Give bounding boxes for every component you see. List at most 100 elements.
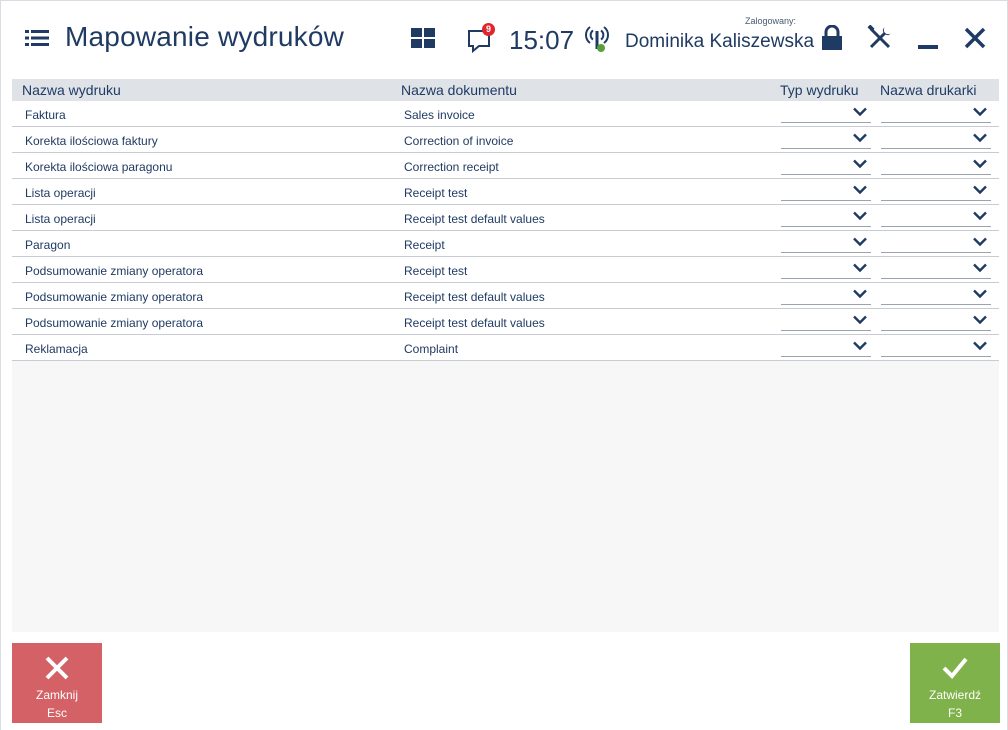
chevron-down-icon	[853, 289, 867, 299]
document-name-cell: Receipt test default values	[404, 290, 545, 304]
logged-in-label: Zalogowany:	[745, 16, 797, 26]
close-button-shortcut: Esc	[46, 706, 67, 720]
table-row[interactable]: Podsumowanie zmiany operatora Receipt tes…	[12, 283, 999, 309]
printer-name-dropdown[interactable]	[881, 339, 991, 357]
table-body: Faktura Sales invoice Korekta ilościowa fa…	[12, 101, 999, 361]
print-name-cell: Korekta ilościowa faktury	[25, 134, 158, 148]
print-name-cell: Korekta ilościowa paragonu	[25, 160, 173, 174]
print-name-cell: Podsumowanie zmiany operatora	[25, 290, 204, 304]
chevron-down-icon	[973, 211, 987, 221]
chevron-down-icon	[853, 341, 867, 351]
printer-name-dropdown[interactable]	[881, 131, 991, 149]
chevron-down-icon	[973, 341, 987, 351]
document-name-cell: Receipt	[404, 238, 445, 252]
print-type-dropdown[interactable]	[781, 209, 871, 227]
table-row[interactable]: Podsumowanie zmiany operatora Receipt tes…	[12, 309, 999, 335]
column-header-print-type[interactable]: Typ wydruku	[780, 82, 859, 98]
printer-name-dropdown[interactable]	[881, 287, 991, 305]
close-button[interactable]: Zamknij Esc	[12, 643, 102, 723]
chevron-down-icon	[853, 237, 867, 247]
print-type-dropdown[interactable]	[781, 131, 871, 149]
close-button-label: Zamknij	[35, 688, 78, 702]
close-window-icon[interactable]	[963, 26, 987, 50]
printer-name-dropdown[interactable]	[881, 183, 991, 201]
chevron-down-icon	[973, 289, 987, 299]
connection-status-icon[interactable]	[584, 23, 610, 55]
chevron-down-icon	[973, 263, 987, 273]
chevron-down-icon	[973, 107, 987, 117]
print-type-dropdown[interactable]	[781, 183, 871, 201]
content-area: Nazwa wydruku Nazwa dokumentu Typ wydruk…	[12, 79, 999, 632]
print-name-cell: Reklamacja	[25, 342, 88, 356]
notifications-badge: 9	[482, 23, 495, 36]
chevron-down-icon	[853, 133, 867, 143]
print-type-dropdown[interactable]	[781, 157, 871, 175]
title-bar: Mapowanie wydruków 9 15:07 Zalogowany: D…	[1, 1, 1007, 75]
table-header: Nazwa wydruku Nazwa dokumentu Typ wydruk…	[12, 79, 999, 101]
tiles-icon[interactable]	[411, 28, 435, 48]
table-row[interactable]: Reklamacja Complaint	[12, 335, 999, 361]
chevron-down-icon	[973, 315, 987, 325]
footer-bar: Zamknij Esc Zatwierdź F3	[1, 632, 1007, 730]
print-type-dropdown[interactable]	[781, 313, 871, 331]
confirm-button-shortcut: F3	[947, 706, 962, 720]
print-type-dropdown[interactable]	[781, 235, 871, 253]
table-row[interactable]: Korekta ilościowa faktury Correction of i…	[12, 127, 999, 153]
print-type-dropdown[interactable]	[781, 105, 871, 123]
chevron-down-icon	[973, 185, 987, 195]
print-type-dropdown[interactable]	[781, 261, 871, 279]
print-name-cell: Podsumowanie zmiany operatora	[25, 264, 204, 278]
document-name-cell: Complaint	[404, 342, 459, 356]
printer-name-dropdown[interactable]	[881, 105, 991, 123]
print-type-dropdown[interactable]	[781, 339, 871, 357]
print-name-cell: Lista operacji	[25, 186, 96, 200]
column-header-document-name[interactable]: Nazwa dokumentu	[401, 82, 517, 98]
document-name-cell: Sales invoice	[404, 108, 475, 122]
document-name-cell: Correction of invoice	[404, 134, 514, 148]
user-name: Dominika Kaliszewska	[625, 31, 815, 52]
print-name-cell: Lista operacji	[25, 212, 96, 226]
chevron-down-icon	[853, 107, 867, 117]
confirm-button[interactable]: Zatwierdź F3	[910, 643, 1000, 723]
print-mapping-table: Nazwa wydruku Nazwa dokumentu Typ wydruk…	[12, 79, 999, 361]
printer-name-dropdown[interactable]	[881, 209, 991, 227]
lock-icon[interactable]	[821, 24, 843, 51]
chevron-down-icon	[973, 237, 987, 247]
page-title: Mapowanie wydruków	[65, 21, 345, 52]
table-row[interactable]: Paragon Receipt	[12, 231, 999, 257]
chevron-down-icon	[973, 133, 987, 143]
print-name-cell: Faktura	[25, 108, 66, 122]
print-name-cell: Podsumowanie zmiany operatora	[25, 316, 204, 330]
print-name-cell: Paragon	[25, 238, 71, 252]
chevron-down-icon	[973, 159, 987, 169]
document-name-cell: Receipt test default values	[404, 212, 545, 226]
print-type-dropdown[interactable]	[781, 287, 871, 305]
chevron-down-icon	[853, 159, 867, 169]
printer-name-dropdown[interactable]	[881, 313, 991, 331]
table-row[interactable]: Korekta ilościowa paragonu Correction rec…	[12, 153, 999, 179]
document-name-cell: Receipt test	[404, 186, 468, 200]
column-header-print-name[interactable]: Nazwa wydruku	[22, 82, 121, 98]
clock: 15:07	[509, 25, 575, 55]
table-row[interactable]: Lista operacji Receipt test	[12, 179, 999, 205]
window: Mapowanie wydruków 9 15:07 Zalogowany: D…	[0, 0, 1008, 730]
printer-name-dropdown[interactable]	[881, 157, 991, 175]
checkmark-icon	[942, 657, 968, 679]
document-name-cell: Correction receipt	[404, 160, 499, 174]
column-header-printer-name[interactable]: Nazwa drukarki	[880, 82, 976, 98]
table-row[interactable]: Lista operacji Receipt test default value…	[12, 205, 999, 231]
minimize-icon[interactable]	[917, 31, 939, 51]
printer-name-dropdown[interactable]	[881, 235, 991, 253]
confirm-button-label: Zatwierdź	[928, 688, 981, 702]
chevron-down-icon	[853, 211, 867, 221]
chevron-down-icon	[853, 185, 867, 195]
chevron-down-icon	[853, 315, 867, 325]
printer-name-dropdown[interactable]	[881, 261, 991, 279]
close-x-icon	[45, 656, 69, 680]
table-row[interactable]: Podsumowanie zmiany operatora Receipt tes…	[12, 257, 999, 283]
document-name-cell: Receipt test default values	[404, 316, 545, 330]
tools-icon[interactable]	[867, 24, 893, 51]
table-row[interactable]: Faktura Sales invoice	[12, 101, 999, 127]
document-name-cell: Receipt test	[404, 264, 468, 278]
menu-icon[interactable]	[25, 28, 49, 48]
